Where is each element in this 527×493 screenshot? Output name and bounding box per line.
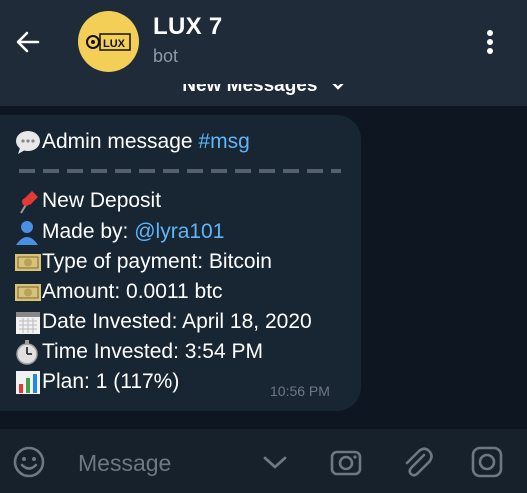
hashtag-link[interactable]: #msg bbox=[198, 130, 249, 153]
lux-logo-icon: LUX bbox=[85, 32, 131, 51]
message-input[interactable]: Message bbox=[78, 450, 171, 477]
made-by-line: Made by: @lyra101 bbox=[14, 219, 224, 245]
message-timestamp: 10:56 PM bbox=[270, 383, 330, 399]
stopwatch-icon bbox=[14, 339, 42, 365]
time-invested-text: Time Invested: 3:54 PM bbox=[42, 340, 263, 363]
pushpin-icon bbox=[14, 188, 42, 214]
speech-balloon-icon bbox=[14, 129, 42, 155]
chat-header: LUX LUX 7 bot bbox=[0, 0, 527, 84]
new-messages-label: New Messages bbox=[182, 84, 318, 96]
paperclip-icon[interactable] bbox=[400, 445, 434, 479]
camera-icon[interactable] bbox=[329, 445, 363, 479]
chevron-down-icon bbox=[332, 84, 344, 90]
bar-chart-icon bbox=[14, 369, 42, 395]
separator-dashes bbox=[19, 169, 341, 173]
amount-line: Amount: 0.0011 btc bbox=[14, 279, 223, 305]
date-invested-text: Date Invested: April 18, 2020 bbox=[42, 310, 312, 333]
time-invested-line: Time Invested: 3:54 PM bbox=[14, 339, 263, 365]
plan-text: Plan: 1 (117%) bbox=[42, 370, 180, 393]
date-invested-line: Date Invested: April 18, 2020 bbox=[14, 309, 312, 335]
payment-type-line: Type of payment: Bitcoin bbox=[14, 249, 272, 275]
message-title-text: Admin message bbox=[42, 130, 199, 153]
chat-subtitle: bot bbox=[153, 46, 179, 66]
new-messages-divider: New Messages bbox=[0, 84, 527, 106]
chevron-down-icon[interactable] bbox=[258, 445, 292, 479]
bust-icon bbox=[14, 219, 42, 245]
svg-text:LUX: LUX bbox=[103, 38, 126, 50]
banknote-icon bbox=[14, 249, 42, 275]
more-vertical-icon[interactable] bbox=[478, 26, 502, 58]
message-composer: Message bbox=[0, 429, 527, 493]
amount-text: Amount: 0.0011 btc bbox=[42, 280, 223, 303]
banknote-icon bbox=[14, 279, 42, 305]
plan-line: Plan: 1 (117%) bbox=[14, 369, 179, 395]
calendar-icon bbox=[14, 309, 42, 335]
deposit-label: New Deposit bbox=[42, 189, 162, 212]
instagram-icon[interactable] bbox=[470, 445, 504, 479]
made-by-user-link[interactable]: @lyra101 bbox=[134, 220, 224, 243]
message-title-line: Admin message #msg bbox=[14, 129, 250, 155]
emoji-icon[interactable] bbox=[12, 445, 46, 479]
chat-title[interactable]: LUX 7 bbox=[153, 13, 223, 41]
bot-avatar[interactable]: LUX bbox=[78, 11, 139, 72]
made-by-label: Made by: bbox=[42, 220, 135, 243]
payment-type-text: Type of payment: Bitcoin bbox=[42, 250, 272, 273]
back-arrow-icon[interactable] bbox=[12, 26, 44, 58]
deposit-line: New Deposit bbox=[14, 188, 161, 214]
